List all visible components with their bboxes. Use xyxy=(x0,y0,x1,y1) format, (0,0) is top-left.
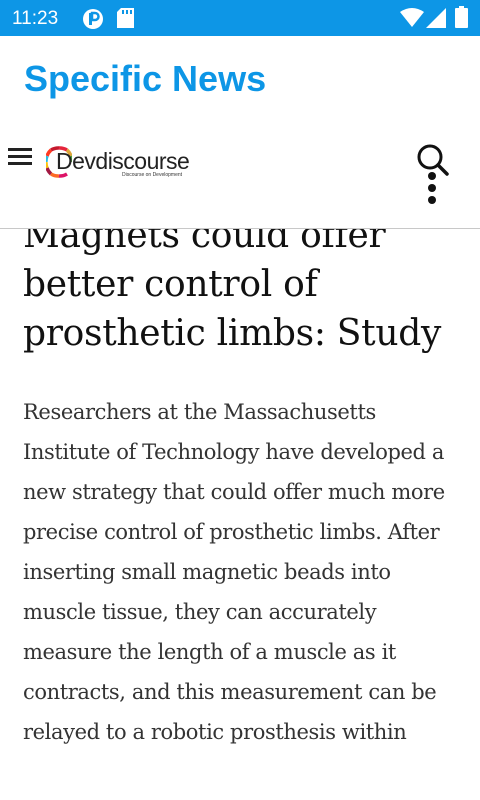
sd-card-icon xyxy=(117,8,134,28)
more-vert-icon[interactable] xyxy=(424,172,440,206)
article-content: Magnets could offer better control of pr… xyxy=(0,229,480,800)
notification-p-icon xyxy=(83,9,103,29)
logo-text: Devdiscourse xyxy=(56,148,190,174)
status-time: 11:23 xyxy=(12,8,59,29)
devdiscourse-logo[interactable]: Devdiscourse Discourse on Development xyxy=(46,146,196,182)
site-header: Devdiscourse Discourse on Development xyxy=(0,124,480,229)
hamburger-menu-icon[interactable] xyxy=(8,148,32,166)
logo-tagline: Discourse on Development xyxy=(122,172,183,178)
battery-icon xyxy=(455,6,468,28)
app-bar: Specific News xyxy=(0,36,480,124)
app-title: Specific News xyxy=(24,58,267,99)
article-headline: Magnets could offer better control of pr… xyxy=(23,229,441,354)
article-body: Researchers at the Massachusetts Institu… xyxy=(23,400,445,744)
status-bar: 11:23 xyxy=(0,0,480,36)
cell-signal-icon xyxy=(426,8,446,28)
wifi-icon xyxy=(400,8,424,27)
